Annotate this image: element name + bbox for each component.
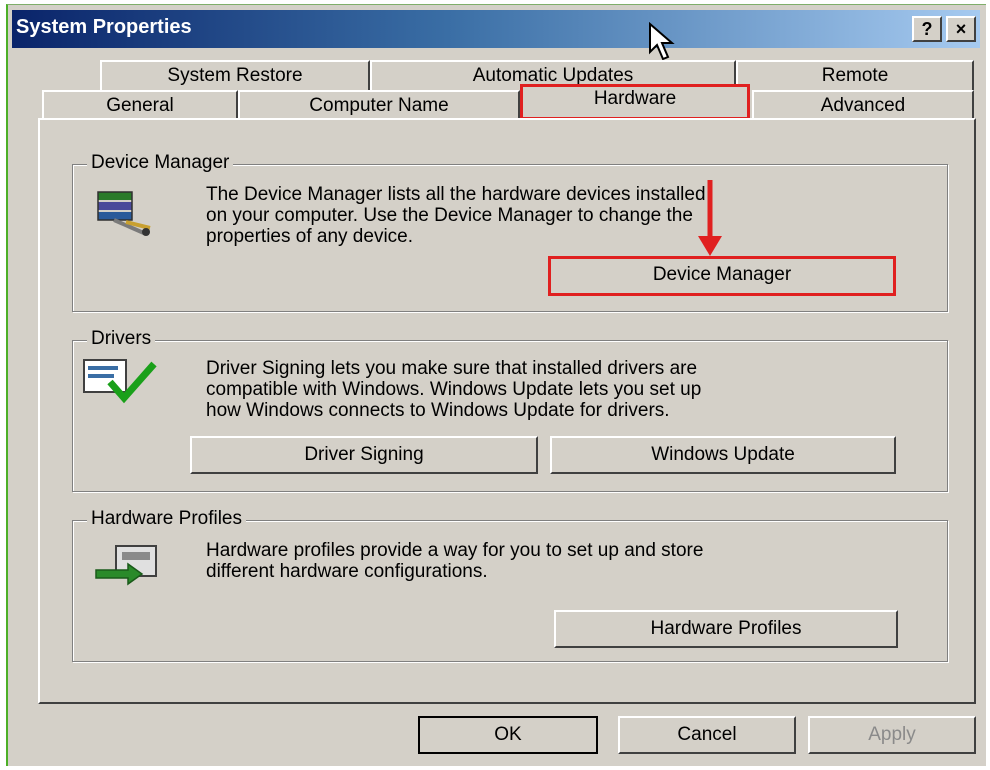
hardware-profiles-desc-line: Hardware profiles provide a way for you … xyxy=(206,540,704,561)
ok-button[interactable]: OK xyxy=(418,716,598,754)
driver-signing-button[interactable]: Driver Signing xyxy=(190,436,538,474)
close-button[interactable]: × xyxy=(946,16,976,42)
apply-button[interactable]: Apply xyxy=(808,716,976,754)
device-manager-group-title: Device Manager xyxy=(87,152,234,174)
device-manager-icon xyxy=(97,191,151,236)
device-manager-description: The Device Manager lists all the hardwar… xyxy=(206,184,706,247)
tab-remote[interactable]: Remote xyxy=(736,60,974,90)
hardware-profiles-desc-line: different hardware configurations. xyxy=(206,561,488,582)
hardware-profiles-button[interactable]: Hardware Profiles xyxy=(554,610,898,648)
driver-signing-icon xyxy=(83,359,157,404)
mouse-cursor-icon xyxy=(649,22,675,61)
cancel-button[interactable]: Cancel xyxy=(618,716,796,754)
hardware-profiles-group-title: Hardware Profiles xyxy=(87,508,246,530)
annotation-arrow-icon xyxy=(698,180,722,256)
device-manager-desc-line: properties of any device. xyxy=(206,226,414,247)
tab-general[interactable]: General xyxy=(42,90,238,120)
tab-system-restore[interactable]: System Restore xyxy=(100,60,370,90)
tab-computer-name[interactable]: Computer Name xyxy=(238,90,520,120)
device-manager-desc-line: The Device Manager lists all the hardwar… xyxy=(206,184,706,205)
drivers-desc-line: how Windows connects to Windows Update f… xyxy=(206,400,670,421)
help-button[interactable]: ? xyxy=(912,16,942,42)
drivers-desc-line: compatible with Windows. Windows Update … xyxy=(206,379,702,400)
device-manager-button[interactable]: Device Manager xyxy=(548,256,896,296)
drivers-description: Driver Signing lets you make sure that i… xyxy=(206,358,701,421)
tab-advanced[interactable]: Advanced xyxy=(752,90,974,120)
hardware-profiles-icon xyxy=(95,545,157,586)
hardware-profiles-description: Hardware profiles provide a way for you … xyxy=(206,540,703,582)
drivers-group-title: Drivers xyxy=(87,328,156,350)
tab-hardware[interactable]: Hardware xyxy=(520,84,750,120)
windows-update-button[interactable]: Windows Update xyxy=(550,436,896,474)
device-manager-desc-line: on your computer. Use the Device Manager… xyxy=(206,205,693,226)
window-title: System Properties xyxy=(16,16,192,38)
title-bar[interactable]: System Properties ? × xyxy=(12,10,980,48)
drivers-desc-line: Driver Signing lets you make sure that i… xyxy=(206,358,698,379)
